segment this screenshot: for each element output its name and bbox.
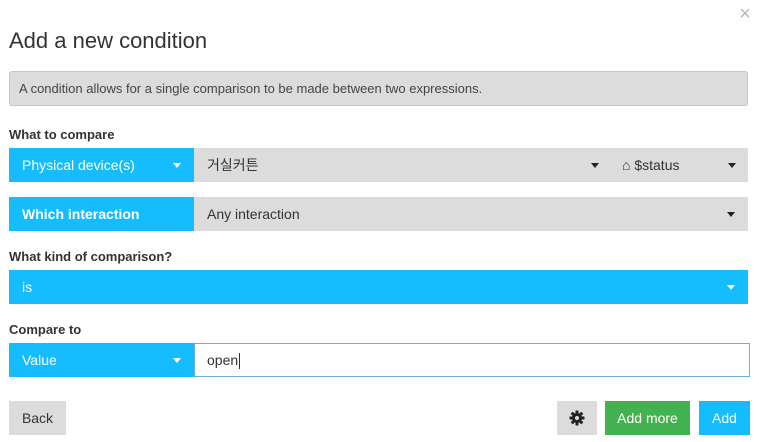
property-select[interactable]: ⌂ $status	[612, 148, 748, 182]
caret-down-icon	[727, 285, 735, 290]
what-to-compare-label: What to compare	[9, 127, 115, 142]
caret-down-icon	[727, 212, 735, 217]
compare-to-label: Compare to	[9, 322, 82, 337]
interaction-value: Any interaction	[207, 206, 300, 222]
property-value: ⌂ $status	[622, 157, 680, 173]
back-button[interactable]: Back	[9, 401, 66, 435]
source-type-value: Physical device(s)	[22, 157, 135, 173]
compare-type-value: Value	[22, 352, 57, 368]
caret-down-icon	[728, 163, 736, 168]
settings-button[interactable]	[557, 401, 597, 435]
comparison-label: What kind of comparison?	[9, 249, 173, 264]
add-more-button[interactable]: Add more	[605, 401, 690, 435]
device-select[interactable]: 거실커튼	[194, 148, 612, 182]
caret-down-icon	[591, 163, 599, 168]
add-button[interactable]: Add	[699, 401, 750, 435]
compare-value-input[interactable]: open	[194, 343, 750, 377]
compare-value-text: open	[207, 352, 239, 368]
compare-type-select[interactable]: Value	[9, 343, 194, 377]
device-value: 거실커튼	[207, 157, 259, 173]
caret-down-icon	[173, 358, 181, 363]
info-message: A condition allows for a single comparis…	[9, 71, 748, 106]
close-icon[interactable]: ×	[735, 4, 755, 24]
gear-icon	[569, 410, 585, 426]
source-type-select[interactable]: Physical device(s)	[9, 148, 194, 182]
caret-down-icon	[173, 163, 181, 168]
interaction-label-text: Which interaction	[22, 206, 140, 222]
dialog-title: Add a new condition	[9, 28, 208, 53]
interaction-label: Which interaction	[9, 197, 194, 231]
comparison-value: is	[22, 279, 33, 295]
interaction-select[interactable]: Any interaction	[194, 197, 748, 231]
comparison-select[interactable]: is	[9, 270, 748, 304]
text-cursor	[239, 353, 241, 370]
